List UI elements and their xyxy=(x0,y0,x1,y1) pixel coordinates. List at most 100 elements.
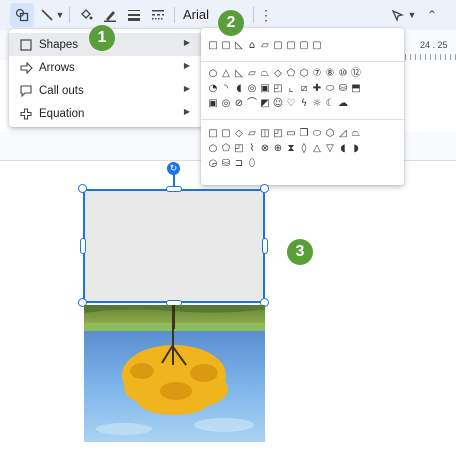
shape-bevel-icon[interactable]: ▣ xyxy=(207,98,219,110)
shape-group-basic-row1: ○ △ ◺ ▱ ⏢ ◇ ⬠ ⬡ ⑦ ⑧ ⑩ ⑫ xyxy=(207,68,362,80)
shape-pentagon-icon[interactable]: ⬠ xyxy=(285,68,297,80)
shape-sun-icon[interactable]: ☼ xyxy=(311,98,323,110)
fill-color-button[interactable] xyxy=(76,3,96,27)
flowchart-process-icon[interactable]: □ xyxy=(207,128,219,140)
flowchart-decision-icon[interactable]: ◇ xyxy=(233,128,245,140)
border-dash-button[interactable] xyxy=(148,3,168,27)
shape-lightning-icon[interactable]: ϟ xyxy=(298,98,310,110)
flowchart-or-icon[interactable]: ⊕ xyxy=(272,143,284,155)
flowchart-manual-operation-icon[interactable]: ⏢ xyxy=(350,128,362,140)
menu-item-arrows[interactable]: Arrows ▶ xyxy=(9,56,204,79)
shape-octagon-icon[interactable]: ⑧ xyxy=(324,68,336,80)
flowchart-stored-data-icon[interactable]: ◖ xyxy=(337,143,349,155)
shape-corner-icon[interactable]: ⌞ xyxy=(285,83,297,95)
shape-snip-diagonal-icon[interactable]: ▱ xyxy=(259,40,271,52)
shape-rounded-rectangle-icon[interactable]: ▢ xyxy=(220,40,232,52)
chevron-up-icon[interactable]: ⌃ xyxy=(424,3,440,27)
shape-diagonal-stripe-icon[interactable]: ⧄ xyxy=(298,83,310,95)
flowchart-connector-icon[interactable]: ○ xyxy=(207,143,219,155)
flowchart-merge-icon[interactable]: ▽ xyxy=(324,143,336,155)
shape-group-flowchart-row3: ◶ ⛁ ⊐ ⬯ xyxy=(207,158,258,170)
flowchart-manual-input-icon[interactable]: ◿ xyxy=(337,128,349,140)
shape-decagon-icon[interactable]: ⑩ xyxy=(337,68,349,80)
shape-block-arc-icon[interactable]: ⌒ xyxy=(246,98,258,110)
border-color-button[interactable] xyxy=(100,3,120,27)
shape-folded-corner-icon[interactable]: ◩ xyxy=(259,98,271,110)
shape-pie-icon[interactable]: ◔ xyxy=(207,83,219,95)
menu-item-equation[interactable]: Equation ▶ xyxy=(9,102,204,125)
shape-smiley-icon[interactable]: ☺ xyxy=(272,98,284,110)
shape-half-frame-icon[interactable]: ◰ xyxy=(272,83,284,95)
shape-frame-icon[interactable]: ▣ xyxy=(259,83,271,95)
flowchart-summing-junction-icon[interactable]: ⊗ xyxy=(259,143,271,155)
shape-hexagon-icon[interactable]: ⬡ xyxy=(298,68,310,80)
callout-icon xyxy=(19,84,33,98)
shape-moon-icon[interactable]: ☾ xyxy=(324,98,336,110)
shape-snip-same-side-icon[interactable]: ⌂ xyxy=(246,40,258,52)
shape-oval-icon[interactable]: ○ xyxy=(207,68,219,80)
flowchart-punched-tape-icon[interactable]: ⌇ xyxy=(246,143,258,155)
tree-reflection-photo[interactable] xyxy=(84,305,265,442)
line-tool-button[interactable] xyxy=(38,3,56,27)
shape-tool-button[interactable] xyxy=(10,3,34,27)
flowchart-sort-icon[interactable]: ◊ xyxy=(298,143,310,155)
shape-chord-icon[interactable]: ◖ xyxy=(233,83,245,95)
resize-handle-left[interactable] xyxy=(80,238,86,254)
flowchart-delay-icon[interactable]: ◗ xyxy=(350,143,362,155)
flowchart-preparation-icon[interactable]: ⬡ xyxy=(324,128,336,140)
flowchart-card-icon[interactable]: ◰ xyxy=(233,143,245,155)
shape-round-corner-icon[interactable]: ▢ xyxy=(285,40,297,52)
flowchart-collate-icon[interactable]: ⧗ xyxy=(285,143,297,155)
shape-heptagon-icon[interactable]: ⑦ xyxy=(311,68,323,80)
flowchart-multidocument-icon[interactable]: ❐ xyxy=(298,128,310,140)
flowchart-extract-icon[interactable]: △ xyxy=(311,143,323,155)
select-tool-button[interactable] xyxy=(388,3,406,27)
shape-diamond-icon[interactable]: ◇ xyxy=(272,68,284,80)
shape-round-diagonal-icon[interactable]: ▢ xyxy=(311,40,323,52)
resize-handle-right[interactable] xyxy=(262,238,268,254)
submenu-arrow-icon: ▶ xyxy=(183,107,190,116)
flowchart-direct-storage-icon[interactable]: ⊐ xyxy=(233,158,245,170)
flowchart-terminator-icon[interactable]: ⬭ xyxy=(311,128,323,140)
shape-parallelogram-icon[interactable]: ▱ xyxy=(246,68,258,80)
shape-round-same-side-icon[interactable]: ▢ xyxy=(298,40,310,52)
shape-teardrop-icon[interactable]: ◎ xyxy=(246,83,258,95)
flowchart-internal-storage-icon[interactable]: ◰ xyxy=(272,128,284,140)
resize-handle-top[interactable] xyxy=(166,186,182,192)
select-tool-caret[interactable]: ▼ xyxy=(407,3,417,27)
shape-rectangle-icon[interactable]: □ xyxy=(207,40,219,52)
flowchart-data-icon[interactable]: ▱ xyxy=(246,128,258,140)
flowchart-offpage-connector-icon[interactable]: ⬠ xyxy=(220,143,232,155)
resize-handle-top-right[interactable] xyxy=(260,184,269,193)
flowchart-document-icon[interactable]: ▭ xyxy=(285,128,297,140)
font-name-select[interactable]: Arial xyxy=(183,7,209,22)
shape-no-symbol-icon[interactable]: ⊘ xyxy=(233,98,245,110)
selected-rectangle-shape[interactable] xyxy=(83,189,265,303)
flowchart-predefined-process-icon[interactable]: ◫ xyxy=(259,128,271,140)
shape-heart-icon[interactable]: ♡ xyxy=(285,98,297,110)
shape-triangle-icon[interactable]: △ xyxy=(220,68,232,80)
shape-donut-icon[interactable]: ◎ xyxy=(220,98,232,110)
shape-plaque-icon[interactable]: ⬭ xyxy=(324,83,336,95)
shape-snip-round-icon[interactable]: ▢ xyxy=(272,40,284,52)
shape-trapezoid-icon[interactable]: ⏢ xyxy=(259,68,271,80)
border-weight-button[interactable] xyxy=(124,3,144,27)
menu-item-callouts[interactable]: Call outs ▶ xyxy=(9,79,204,102)
shape-cube-icon[interactable]: ⬒ xyxy=(350,83,362,95)
flowchart-display-icon[interactable]: ⬯ xyxy=(246,158,258,170)
line-icon xyxy=(41,9,53,21)
shape-right-triangle-icon[interactable]: ◺ xyxy=(233,68,245,80)
shape-snip-corner-icon[interactable]: ◺ xyxy=(233,40,245,52)
line-dropdown-caret[interactable]: ▼ xyxy=(55,3,65,27)
flowchart-magnetic-disk-icon[interactable]: ⛁ xyxy=(220,158,232,170)
shape-cloud-icon[interactable]: ☁ xyxy=(337,98,349,110)
resize-handle-top-left[interactable] xyxy=(78,184,87,193)
more-options-icon[interactable]: ⋮ xyxy=(258,3,274,27)
rotate-handle-icon[interactable]: ↻ xyxy=(167,162,180,175)
flowchart-sequential-storage-icon[interactable]: ◶ xyxy=(207,158,219,170)
shape-arc-icon[interactable]: ◝ xyxy=(220,83,232,95)
shape-dodecagon-icon[interactable]: ⑫ xyxy=(350,68,362,80)
shape-can-icon[interactable]: ⛁ xyxy=(337,83,349,95)
shape-plus-icon[interactable]: ✚ xyxy=(311,83,323,95)
flowchart-alternate-process-icon[interactable]: ▢ xyxy=(220,128,232,140)
